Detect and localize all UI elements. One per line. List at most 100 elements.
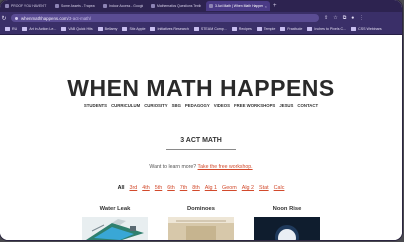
- menu-item-students[interactable]: STUDENTS: [84, 103, 107, 108]
- menu-item-videos[interactable]: VIDEOS: [214, 103, 230, 108]
- bookmark-label: Recipes: [238, 27, 252, 31]
- filter-alg-2[interactable]: Alg 2: [242, 185, 254, 191]
- web-page: WHEN MATH HAPPENS STUDENTS CURRICULUM CU…: [0, 35, 402, 240]
- bookmark-item[interactable]: CSS Webinars: [351, 27, 382, 31]
- bookmark-item[interactable]: Initiatives Research: [150, 27, 189, 31]
- filter-all[interactable]: All: [118, 185, 125, 191]
- site-menu: STUDENTS CURRICULUM CURIOSITY SBG PEDAGO…: [0, 103, 402, 108]
- bookmark-label: STEAM Comp...: [200, 27, 227, 31]
- filter-geom[interactable]: Geom: [222, 185, 237, 191]
- close-tab-icon[interactable]: ×: [265, 4, 267, 9]
- folder-icon: [280, 27, 286, 31]
- card-title-moon-rise[interactable]: Noon Rise: [247, 206, 327, 212]
- filter-4th[interactable]: 4th: [142, 185, 150, 191]
- grade-filter-bar: All 3rd 4th 5th 6th 7th 8th Alg 1 Geom A…: [0, 185, 402, 191]
- section-title: 3 ACT MATH: [180, 137, 222, 144]
- bookmarks-bar: RU Art in Action Le... VAB Quick Hits Be…: [0, 24, 402, 35]
- bookmark-item[interactable]: Inches to Pixels C...: [307, 27, 346, 31]
- browser-tab-active[interactable]: 3 Act Math | When Math Happens ×: [206, 1, 270, 11]
- filter-calc[interactable]: Calc: [274, 185, 285, 191]
- bookmark-item[interactable]: STEAM Comp...: [193, 27, 227, 31]
- isometric-pool-illustration: [86, 219, 144, 240]
- address-toolbar: ↻ whenmathhappens.com/3-act-math/ ⇪ ☆ ⧉ …: [0, 12, 402, 24]
- water-leak-thumbnail[interactable]: [82, 217, 148, 240]
- tab-title: Indoor Access - Google: [109, 4, 143, 8]
- site-info-icon[interactable]: [15, 16, 18, 20]
- bookmark-item[interactable]: Recipes: [231, 27, 252, 31]
- menu-item-pedagogy[interactable]: PEDAGOGY: [185, 103, 210, 108]
- bookmark-item[interactable]: Bellamy: [97, 27, 118, 31]
- tab-title: Some Assets - Trapezoids: [61, 4, 95, 8]
- favicon-icon: [103, 4, 107, 8]
- learn-more-line: Want to learn more? Take the free worksh…: [0, 164, 402, 170]
- browser-tab[interactable]: Mathematics Questions Textbook: [148, 1, 204, 11]
- filter-5th[interactable]: 5th: [155, 185, 163, 191]
- workshop-link[interactable]: Take the free workshop.: [198, 164, 253, 170]
- bookmark-label: Inches to Pixels C...: [314, 27, 347, 31]
- bookmark-label: VAB Quick Hits: [68, 27, 93, 31]
- url-host: whenmathhappens.com: [21, 15, 68, 21]
- dominoes-thumbnail[interactable]: [168, 217, 234, 240]
- address-bar[interactable]: whenmathhappens.com/3-act-math/: [11, 14, 319, 22]
- menu-item-contact[interactable]: CONTACT: [297, 103, 318, 108]
- favicon-icon: [151, 4, 155, 8]
- filter-8th[interactable]: 8th: [192, 185, 200, 191]
- folder-icon: [61, 27, 67, 31]
- bookmark-label: Bellamy: [104, 27, 118, 31]
- share-icon[interactable]: ⇪: [324, 15, 328, 21]
- folder-icon: [150, 27, 156, 31]
- browser-tab[interactable]: Indoor Access - Google: [100, 1, 146, 11]
- folder-icon: [122, 27, 128, 31]
- menu-item-free-workshops[interactable]: FREE WORKSHOPS: [234, 103, 275, 108]
- menu-item-curiosity[interactable]: CURIOSITY: [144, 103, 167, 108]
- favicon-icon: [209, 4, 213, 8]
- tab-strip: PROOF YOU HAVEN'T HUMP I TALK Some Asset…: [0, 0, 402, 12]
- folder-icon: [5, 27, 10, 31]
- bookmark-item[interactable]: Art in Action Le...: [22, 27, 56, 31]
- filter-7th[interactable]: 7th: [180, 185, 188, 191]
- bookmark-item[interactable]: Stix Apple: [122, 27, 145, 31]
- bookmark-item[interactable]: VAB Quick Hits: [61, 27, 93, 31]
- bookmark-label: RU: [12, 27, 18, 31]
- folder-icon: [231, 27, 237, 31]
- card-title-water-leak[interactable]: Water Leak: [75, 206, 155, 212]
- menu-icon[interactable]: ⋮: [359, 15, 364, 21]
- bookmark-label: Stix Apple: [129, 27, 146, 31]
- filter-3rd[interactable]: 3rd: [129, 185, 137, 191]
- dominoes-photo: [168, 217, 234, 240]
- folder-icon: [193, 27, 199, 31]
- profile-icon[interactable]: ●: [351, 15, 354, 21]
- browser-tab[interactable]: PROOF YOU HAVEN'T HUMP I TALK: [2, 1, 50, 11]
- favicon-icon: [55, 4, 59, 8]
- browser-tab[interactable]: Some Assets - Trapezoids: [52, 1, 98, 11]
- bookmark-label: Fraxitude: [287, 27, 303, 31]
- menu-item-jesus[interactable]: JESUS: [279, 103, 293, 108]
- moon-photo: [254, 217, 320, 240]
- extensions-icon[interactable]: ⧉: [343, 15, 347, 21]
- folder-icon: [256, 27, 262, 31]
- bookmark-item[interactable]: Temple: [256, 27, 276, 31]
- folder-icon: [351, 27, 357, 31]
- new-tab-button[interactable]: +: [273, 3, 277, 9]
- card-title-dominoes[interactable]: Dominoes: [161, 206, 241, 212]
- filter-6th[interactable]: 6th: [167, 185, 175, 191]
- folder-icon: [97, 27, 103, 31]
- filter-alg-1[interactable]: Alg 1: [205, 185, 217, 191]
- site-title[interactable]: WHEN MATH HAPPENS: [0, 75, 402, 102]
- bookmark-label: Temple: [263, 27, 276, 31]
- bookmark-label: CSS Webinars: [358, 27, 382, 31]
- menu-item-curriculum[interactable]: CURRICULUM: [111, 103, 140, 108]
- reload-icon[interactable]: ↻: [0, 15, 8, 22]
- menu-item-sbg[interactable]: SBG: [172, 103, 181, 108]
- moon-rise-thumbnail[interactable]: [254, 217, 320, 240]
- filter-stat[interactable]: Stat: [259, 185, 269, 191]
- folder-icon: [307, 27, 313, 31]
- folder-icon: [22, 27, 28, 31]
- bookmark-label: Initiatives Research: [157, 27, 189, 31]
- bookmark-item[interactable]: RU: [5, 27, 17, 31]
- bookmark-item[interactable]: Fraxitude: [280, 27, 302, 31]
- tab-title: 3 Act Math | When Math Happens: [215, 4, 263, 8]
- title-divider: [166, 149, 236, 150]
- tab-title: PROOF YOU HAVEN'T HUMP I TALK: [11, 4, 47, 8]
- bookmark-star-icon[interactable]: ☆: [333, 15, 337, 21]
